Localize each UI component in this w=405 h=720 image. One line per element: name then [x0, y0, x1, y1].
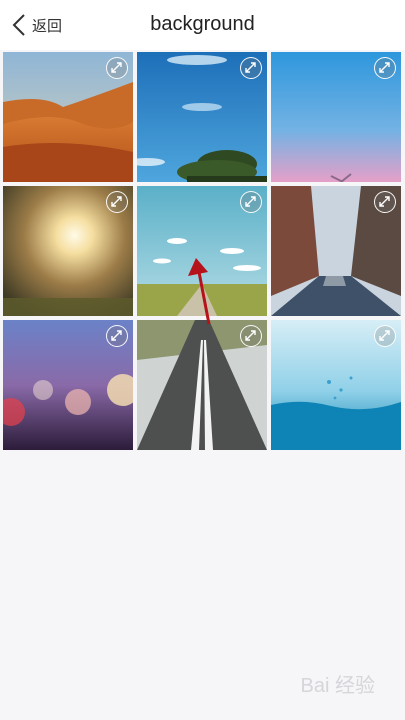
background-tile-city-street[interactable] — [271, 186, 401, 316]
expand-icon — [245, 62, 256, 73]
background-tile-road-field[interactable] — [137, 186, 267, 316]
background-tile-sunlight[interactable] — [3, 186, 133, 316]
expand-icon — [379, 196, 390, 207]
expand-button[interactable] — [374, 191, 396, 213]
background-tile-water-splash[interactable] — [271, 320, 401, 450]
expand-button[interactable] — [374, 57, 396, 79]
back-button[interactable]: 返回 — [12, 12, 62, 38]
expand-button[interactable] — [106, 191, 128, 213]
background-tile-bokeh[interactable] — [3, 320, 133, 450]
back-label: 返回 — [32, 17, 63, 35]
expand-button[interactable] — [106, 57, 128, 79]
expand-icon — [245, 196, 256, 207]
background-tile-pink-sky[interactable] — [271, 52, 401, 182]
chevron-left-icon — [12, 14, 25, 36]
background-tile-highway[interactable] — [137, 320, 267, 450]
expand-button[interactable] — [240, 191, 262, 213]
expand-icon — [111, 196, 122, 207]
expand-icon — [111, 330, 122, 341]
top-bar: 返回 background — [0, 0, 405, 50]
expand-icon — [245, 330, 256, 341]
background-tile-sky-tree[interactable] — [137, 52, 267, 182]
expand-button[interactable] — [106, 325, 128, 347]
expand-button[interactable] — [374, 325, 396, 347]
background-tile-desert[interactable] — [3, 52, 133, 182]
expand-icon — [111, 62, 122, 73]
watermark: Bai 经验 — [300, 675, 375, 697]
expand-button[interactable] — [240, 325, 262, 347]
expand-button[interactable] — [240, 57, 262, 79]
expand-icon — [379, 330, 390, 341]
expand-icon — [379, 62, 390, 73]
